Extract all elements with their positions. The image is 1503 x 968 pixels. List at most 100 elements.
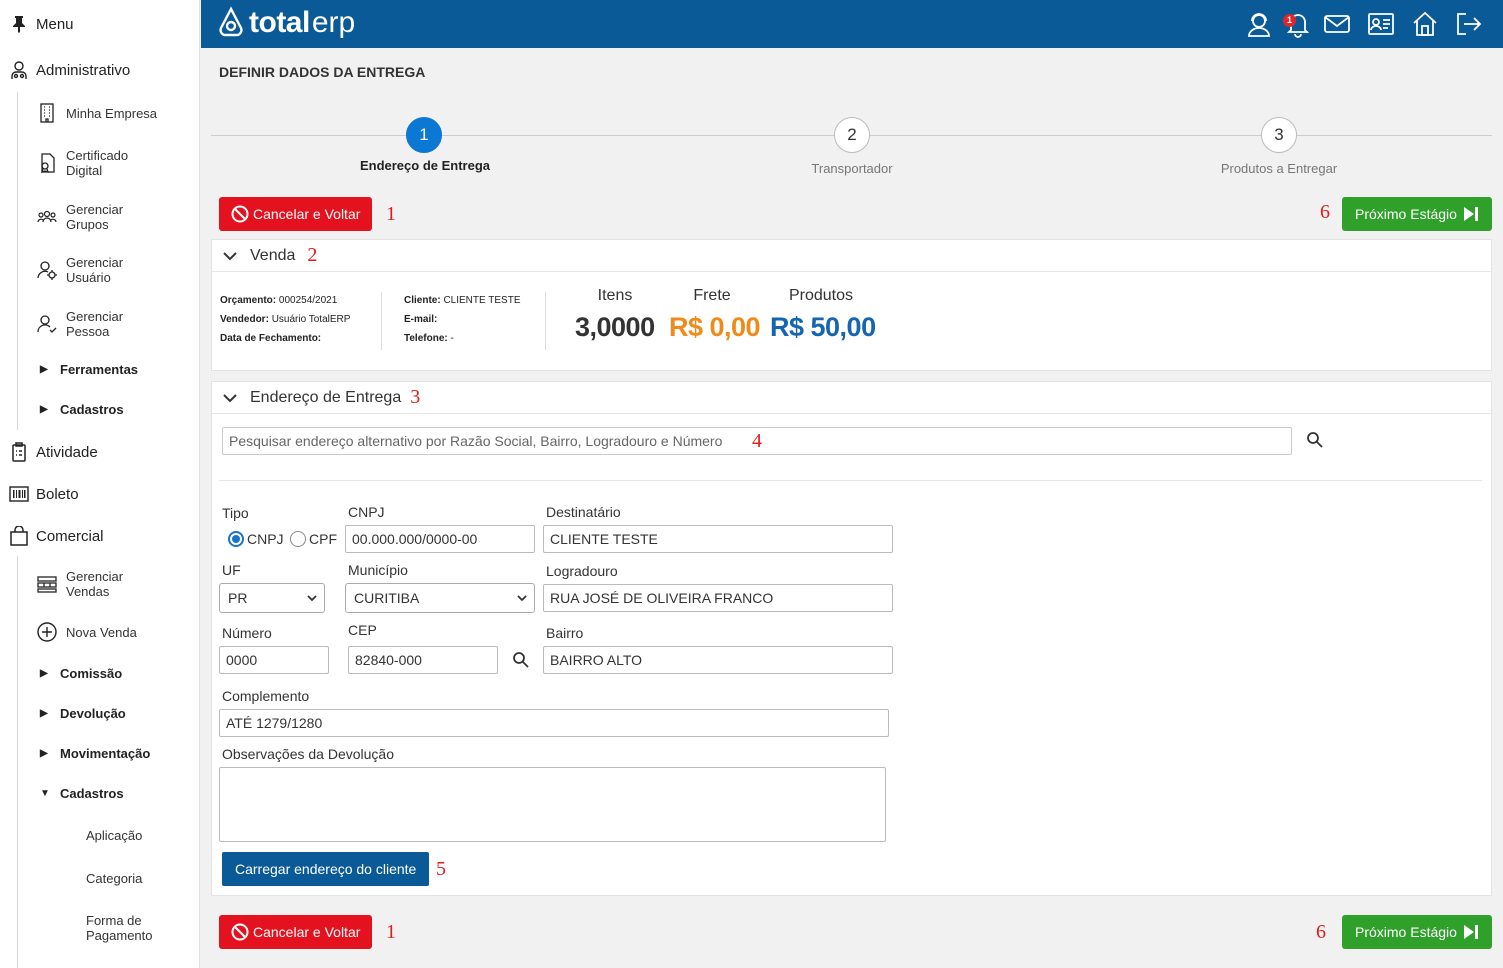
sidebar-label-gerenciar-pessoa: Gerenciar Pessoa [66, 309, 124, 339]
sidebar-item-movimentacao[interactable]: ▶ Movimentação [40, 746, 150, 761]
sidebar-label-movimentacao: Movimentação [60, 746, 151, 761]
search-icon[interactable] [1306, 431, 1324, 449]
cancel-button-label: Cancelar e Voltar [253, 924, 361, 940]
support-icon[interactable] [1244, 9, 1274, 39]
step-2-circle[interactable]: 2 [834, 117, 870, 153]
destinatario-input[interactable]: CLIENTE TESTE [543, 525, 893, 553]
home-icon[interactable] [1410, 9, 1440, 39]
sidebar-item-boleto[interactable]: Boleto [0, 479, 79, 509]
next-stage-button[interactable]: Próximo Estágio [1342, 197, 1492, 231]
logo-text-bold: total [249, 6, 310, 39]
ban-icon [231, 923, 249, 941]
uf-label: UF [222, 562, 241, 578]
sidebar-item-atividade[interactable]: Atividade [0, 437, 98, 467]
sidebar-item-cadastros-comercial[interactable]: ▼ Cadastros [40, 786, 124, 801]
logo[interactable]: total erp [217, 6, 355, 40]
id-card-icon[interactable] [1366, 9, 1396, 39]
cep-input[interactable]: 82840-000 [348, 646, 498, 674]
sidebar-item-comissao[interactable]: ▶ Comissão [40, 666, 122, 681]
numero-input[interactable]: 0000 [219, 646, 329, 674]
observacoes-textarea[interactable] [219, 767, 886, 842]
sidebar-label-devolucao: Devolução [60, 706, 126, 721]
step-3-label: Produtos a Entregar [1220, 161, 1338, 176]
sidebar-item-nova-venda[interactable]: Nova Venda [36, 621, 166, 643]
logradouro-input[interactable]: RUA JOSÉ DE OLIVEIRA FRANCO [543, 584, 893, 612]
next-stage-button-bottom[interactable]: Próximo Estágio [1342, 915, 1492, 949]
tipo-label: Tipo [222, 505, 249, 521]
ban-icon [231, 205, 249, 223]
load-client-address-button[interactable]: Carregar endereço do cliente [222, 852, 430, 886]
sidebar-label-certificado-digital: Certificado Digital [66, 148, 129, 178]
step-1-circle[interactable]: 1 [406, 117, 442, 153]
sidebar-item-cadastros-admin[interactable]: ▶ Cadastros [40, 402, 124, 417]
complemento-input[interactable]: ATÉ 1279/1280 [219, 709, 889, 737]
mail-icon[interactable] [1322, 9, 1352, 39]
annotation-marker: 2 [307, 244, 318, 266]
produtos-value: R$ 50,00 [770, 312, 876, 342]
caret-right-icon: ▶ [40, 404, 48, 415]
cep-label: CEP [348, 622, 377, 638]
annotation-marker: 1 [386, 921, 396, 943]
telefone-value: - [450, 333, 454, 344]
observacoes-label: Observações da Devolução [222, 746, 394, 762]
chevron-down-icon [307, 595, 317, 602]
radio-cnpj[interactable]: CNPJ [228, 531, 284, 547]
uf-select[interactable]: PR [219, 583, 325, 613]
logo-text-light: erp [311, 6, 356, 39]
annotation-marker: 6 [1320, 201, 1330, 223]
cancel-button-bottom[interactable]: Cancelar e Voltar [219, 915, 373, 949]
sidebar-item-gerenciar-pessoa[interactable]: Gerenciar Pessoa [36, 309, 166, 339]
sidebar-item-forma-de-pagamento[interactable]: Forma de Pagamento [86, 913, 186, 943]
bairro-input[interactable]: BAIRRO ALTO [543, 646, 893, 674]
sidebar-label-atividade: Atividade [36, 443, 98, 461]
sidebar-label-comissao: Comissão [60, 666, 123, 681]
sidebar-item-categoria[interactable]: Categoria [86, 871, 186, 886]
sidebar-label-gerenciar-grupos: Gerenciar Grupos [66, 202, 124, 232]
pin-icon [0, 14, 36, 34]
sidebar-menu[interactable]: Menu [0, 9, 74, 39]
caret-right-icon: ▶ [40, 708, 48, 719]
cnpj-label: CNPJ [348, 504, 385, 520]
sidebar-item-minha-empresa[interactable]: Minha Empresa [36, 102, 166, 124]
users-admin-icon [0, 60, 36, 80]
sidebar-item-gerenciar-vendas[interactable]: Gerenciar Vendas [36, 569, 166, 599]
sidebar-label-cadastros-comercial: Cadastros [60, 786, 124, 801]
numero-label: Número [222, 625, 272, 641]
venda-panel-title: Venda [250, 246, 296, 264]
sidebar-item-devolucao[interactable]: ▶ Devolução [40, 706, 126, 721]
logout-icon[interactable] [1453, 9, 1483, 39]
step-3-circle[interactable]: 3 [1261, 117, 1297, 153]
sidebar-item-certificado-digital[interactable]: Certificado Digital [36, 148, 166, 178]
cancel-button-label: Cancelar e Voltar [253, 206, 361, 222]
sidebar-item-administrativo[interactable]: Administrativo [0, 55, 130, 85]
address-search-placeholder: Pesquisar endereço alternativo por Razão… [229, 433, 723, 449]
next-stage-button-label: Próximo Estágio [1355, 206, 1457, 222]
itens-label: Itens [597, 287, 633, 304]
sidebar-item-gerenciar-usuario[interactable]: Gerenciar Usuário [36, 255, 166, 285]
annotation-marker: 5 [436, 858, 446, 880]
cliente-label: Cliente: [404, 295, 441, 306]
logradouro-label: Logradouro [546, 563, 618, 579]
chevron-down-icon [222, 390, 242, 406]
sidebar-item-aplicacao[interactable]: Aplicação [86, 828, 186, 843]
municipio-select[interactable]: CURITIBA [345, 583, 535, 613]
sidebar-item-ferramentas[interactable]: ▶ Ferramentas [40, 362, 138, 377]
annotation-marker: 3 [410, 386, 421, 408]
step-forward-icon [1463, 207, 1478, 221]
annotation-marker: 6 [1316, 921, 1326, 943]
radio-cpf[interactable]: CPF [290, 531, 337, 547]
cancel-button[interactable]: Cancelar e Voltar [219, 197, 373, 231]
sidebar-menu-label: Menu [36, 15, 74, 33]
cnpj-input[interactable]: 00.000.000/0000-00 [345, 525, 535, 553]
bairro-label: Bairro [546, 625, 584, 641]
venda-panel-header[interactable]: Venda 2 [212, 240, 1491, 272]
chevron-down-icon [222, 248, 242, 264]
cep-search-icon[interactable] [512, 651, 530, 669]
next-stage-button-label: Próximo Estágio [1355, 924, 1457, 940]
sidebar-label-gerenciar-vendas: Gerenciar Vendas [66, 569, 124, 599]
sidebar-item-comercial[interactable]: Comercial [0, 521, 104, 551]
sidebar-item-gerenciar-grupos[interactable]: Gerenciar Grupos [36, 202, 166, 232]
step-2-label: Transportador [811, 161, 893, 176]
endereco-panel-header[interactable]: Endereço de Entrega 3 [212, 382, 1491, 414]
sidebar-label-nova-venda: Nova Venda [66, 624, 137, 640]
